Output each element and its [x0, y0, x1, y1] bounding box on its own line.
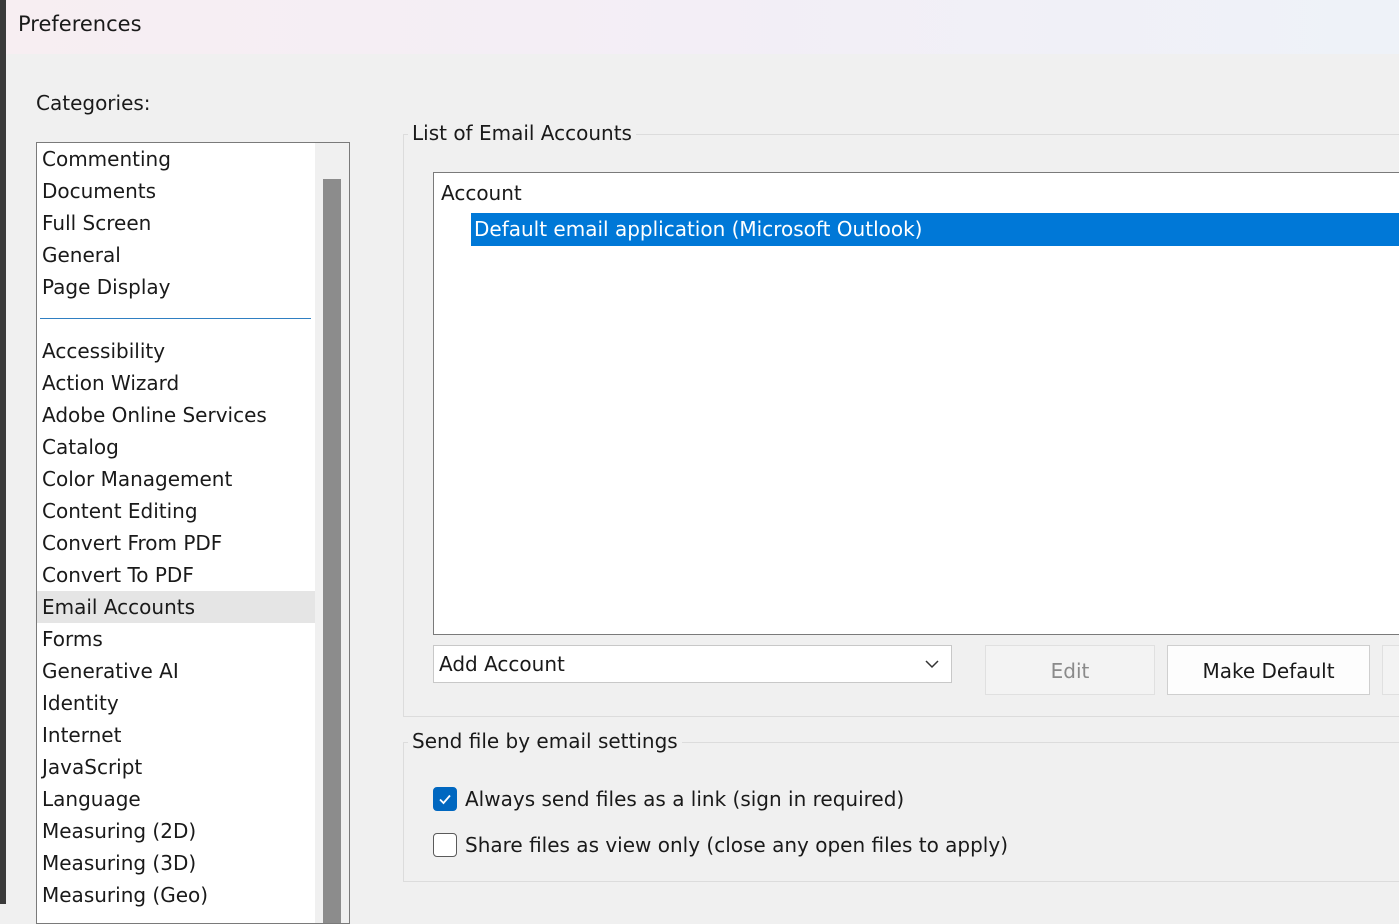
share-view-only-option[interactable]: Share files as view only (close any open…: [433, 831, 1008, 859]
category-item[interactable]: Color Management: [37, 463, 315, 495]
title-bar[interactable]: Preferences: [6, 0, 1399, 54]
category-item[interactable]: Accessibility: [37, 335, 315, 367]
category-item[interactable]: Measuring (2D): [37, 815, 315, 847]
category-item[interactable]: Email Accounts: [37, 591, 315, 623]
category-item[interactable]: Full Screen: [37, 207, 315, 239]
chevron-down-icon: [925, 660, 939, 669]
send-settings-group-title: Send file by email settings: [408, 729, 682, 753]
category-item[interactable]: Identity: [37, 687, 315, 719]
category-item[interactable]: Action Wizard: [37, 367, 315, 399]
share-view-only-label: Share files as view only (close any open…: [465, 833, 1008, 857]
category-item[interactable]: Measuring (Geo): [37, 879, 315, 911]
account-row[interactable]: Default email application (Microsoft Out…: [471, 213, 1399, 246]
category-item[interactable]: General: [37, 239, 315, 271]
remove-button-partial[interactable]: [1382, 645, 1399, 695]
preferences-window: Preferences Categories: Commenting Docume…: [0, 0, 1399, 924]
category-item[interactable]: Catalog: [37, 431, 315, 463]
category-item[interactable]: Commenting: [37, 143, 315, 175]
category-item[interactable]: Measuring (3D): [37, 847, 315, 879]
category-item[interactable]: Documents: [37, 175, 315, 207]
make-default-button[interactable]: Make Default: [1167, 645, 1370, 695]
category-separator: [37, 303, 315, 335]
category-item[interactable]: Convert To PDF: [37, 559, 315, 591]
categories-items: Commenting Documents Full Screen General Pag…: [37, 143, 315, 911]
add-account-dropdown[interactable]: Add Account: [433, 645, 952, 683]
account-list[interactable]: Account Default email application (Micro…: [433, 172, 1399, 635]
add-account-label: Add Account: [439, 652, 565, 676]
category-item[interactable]: Page Display: [37, 271, 315, 303]
always-send-link-label: Always send files as a link (sign in req…: [465, 787, 905, 811]
share-view-only-checkbox[interactable]: [433, 833, 457, 857]
window-title: Preferences: [18, 12, 142, 36]
categories-label: Categories:: [36, 91, 151, 115]
email-accounts-group-title: List of Email Accounts: [408, 121, 636, 145]
category-item[interactable]: Adobe Online Services: [37, 399, 315, 431]
always-send-link-option[interactable]: Always send files as a link (sign in req…: [433, 785, 904, 813]
account-column-header: Account: [441, 181, 522, 205]
category-item[interactable]: Generative AI: [37, 655, 315, 687]
always-send-link-checkbox[interactable]: [433, 787, 457, 811]
checkmark-icon: [439, 794, 451, 805]
category-item[interactable]: Convert From PDF: [37, 527, 315, 559]
edit-button[interactable]: Edit: [985, 645, 1155, 695]
categories-scrollbar[interactable]: [315, 143, 349, 923]
window-edge: [0, 0, 6, 904]
scrollbar-thumb[interactable]: [323, 179, 341, 923]
categories-list[interactable]: Commenting Documents Full Screen General Pag…: [36, 142, 350, 924]
category-item[interactable]: Internet: [37, 719, 315, 751]
category-item[interactable]: JavaScript: [37, 751, 315, 783]
category-item[interactable]: Forms: [37, 623, 315, 655]
category-item[interactable]: Language: [37, 783, 315, 815]
category-item[interactable]: Content Editing: [37, 495, 315, 527]
